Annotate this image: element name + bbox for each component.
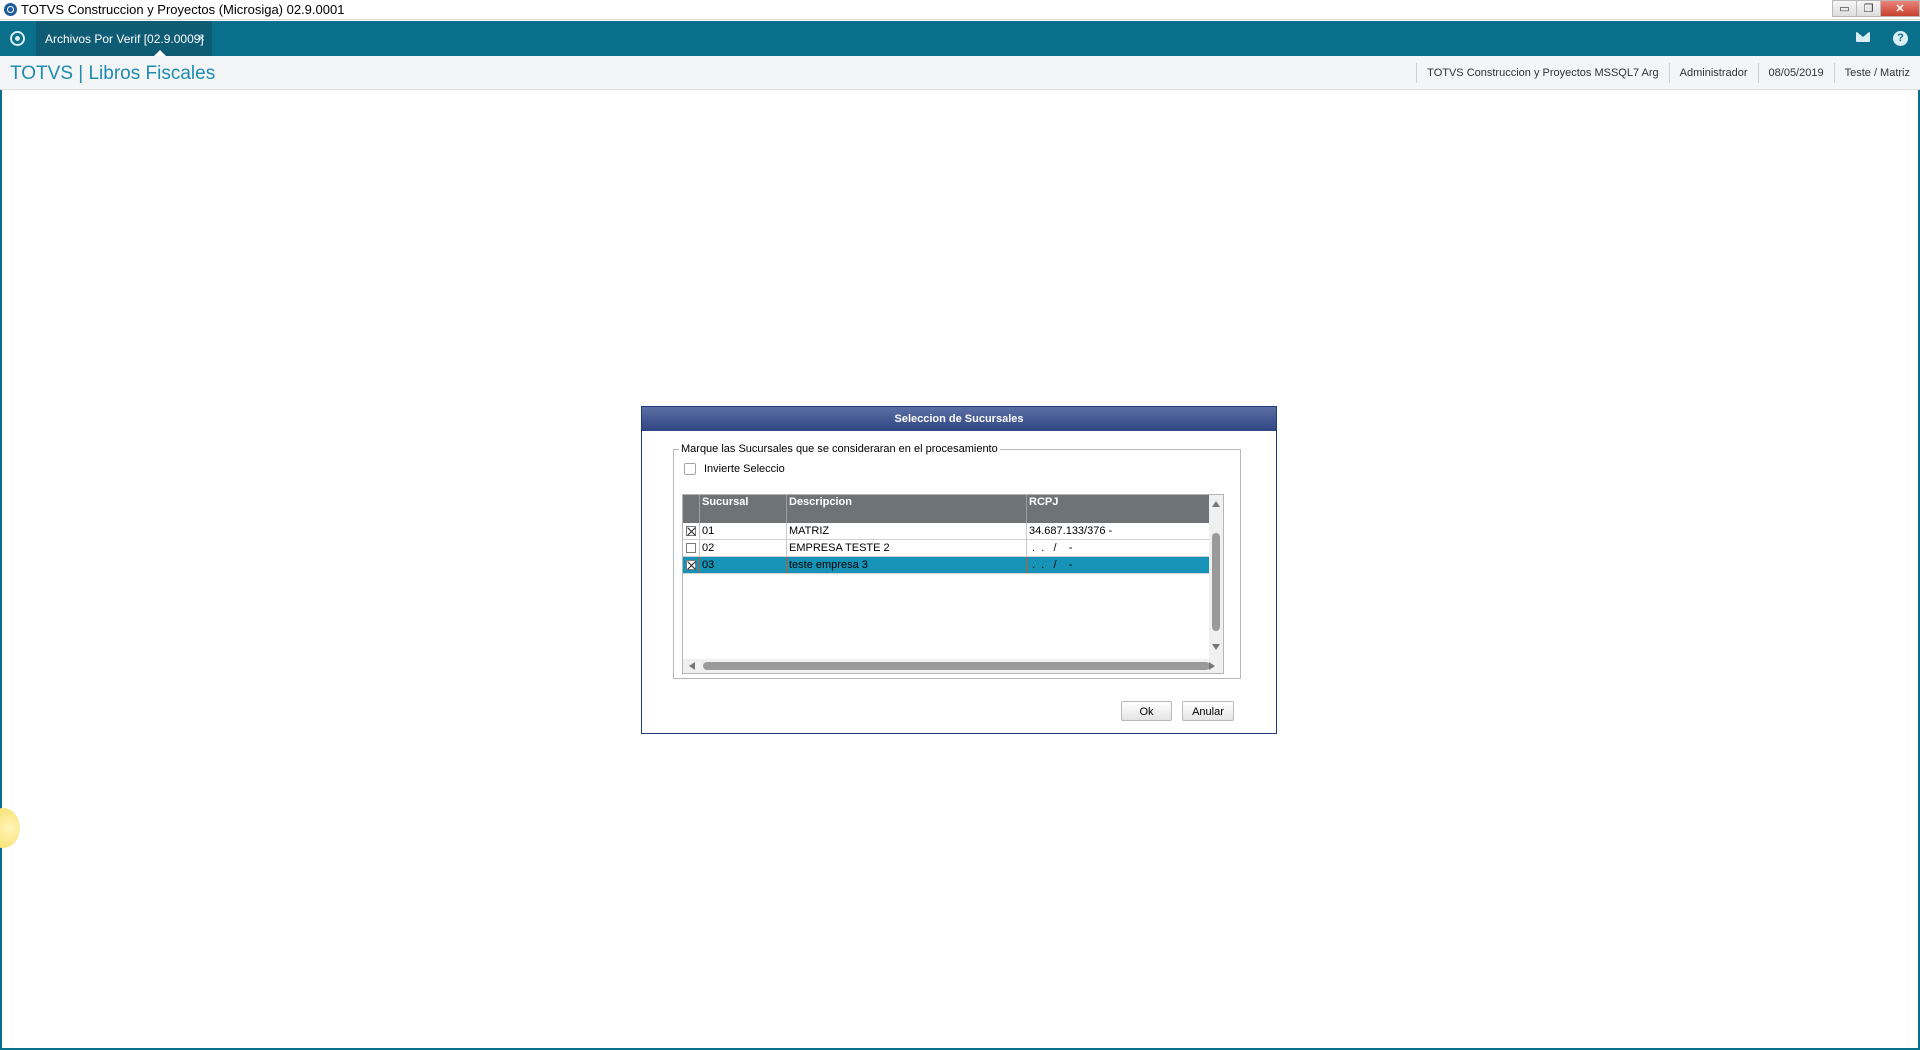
home-icon[interactable] xyxy=(10,31,25,46)
cell-descripcion: MATRIZ xyxy=(786,523,1026,539)
window-title: TOTVS Construccion y Proyectos (Microsig… xyxy=(21,2,345,17)
window-controls: ▭ ❐ ✕ xyxy=(1832,0,1920,18)
mail-icon[interactable] xyxy=(1856,32,1870,42)
column-header-descripcion[interactable]: Descripcion xyxy=(786,495,1026,523)
branch-selection-dialog: Seleccion de Sucursales Marque las Sucur… xyxy=(641,406,1277,734)
cell-rcpj: 34.687.133/376 - xyxy=(1026,523,1209,539)
tab-close-icon[interactable]: × xyxy=(198,31,205,45)
frame-border-left xyxy=(0,90,2,1050)
scroll-up-icon[interactable] xyxy=(1212,501,1220,507)
dialog-title: Seleccion de Sucursales xyxy=(642,407,1276,431)
invert-selection-checkbox[interactable] xyxy=(684,463,696,475)
scroll-left-icon[interactable] xyxy=(689,662,695,670)
cell-sucursal: 02 xyxy=(699,540,786,556)
scroll-down-icon[interactable] xyxy=(1212,644,1220,650)
table-row[interactable]: 01 MATRIZ 34.687.133/376 - xyxy=(683,523,1209,540)
table-row-selected[interactable]: 03 teste empresa 3 . . / - xyxy=(683,557,1209,574)
session-info: TOTVS Construccion y Proyectos MSSQL7 Ar… xyxy=(1416,56,1920,90)
header-check-col xyxy=(683,495,699,523)
cell-descripcion: teste empresa 3 xyxy=(786,557,1026,573)
invert-selection-label: Invierte Seleccio xyxy=(704,463,785,475)
vertical-scrollbar[interactable] xyxy=(1209,495,1223,660)
row-checkbox[interactable] xyxy=(686,543,696,553)
help-icon[interactable]: ? xyxy=(1893,31,1908,46)
app-logo-icon xyxy=(4,3,17,16)
minimize-button[interactable]: ▭ xyxy=(1832,0,1856,17)
app-tabbar: Archivos Por Verif [02.9.0009] × ? xyxy=(0,21,1920,56)
cell-sucursal: 01 xyxy=(699,523,786,539)
invert-selection-toggle[interactable]: Invierte Seleccio xyxy=(684,463,785,475)
ok-button[interactable]: Ok xyxy=(1121,701,1172,721)
side-panel-handle[interactable] xyxy=(0,808,20,848)
column-header-rcpj[interactable]: RCPJ xyxy=(1026,495,1209,523)
company-info: TOTVS Construccion y Proyectos MSSQL7 Ar… xyxy=(1416,63,1669,83)
scroll-right-icon[interactable] xyxy=(1209,662,1215,670)
close-window-button[interactable]: ✕ xyxy=(1880,0,1920,17)
column-header-sucursal[interactable]: Sucursal xyxy=(699,495,786,523)
grid-header: Sucursal Descripcion RCPJ xyxy=(683,495,1209,523)
cell-rcpj: . . / - xyxy=(1026,557,1209,573)
row-checkbox[interactable] xyxy=(686,526,696,536)
horizontal-scrollbar[interactable] xyxy=(683,659,1223,673)
branch-grid: Sucursal Descripcion RCPJ 01 MATRIZ 34.6… xyxy=(682,494,1224,674)
app-header: TOTVS | Libros Fiscales TOTVS Construcci… xyxy=(0,56,1920,90)
cell-rcpj: . . / - xyxy=(1026,540,1209,556)
tab-label: Archivos Por Verif [02.9.0009] xyxy=(45,32,204,46)
date-info: 08/05/2019 xyxy=(1757,63,1834,83)
tab-archivos-por-verif[interactable]: Archivos Por Verif [02.9.0009] × xyxy=(36,21,212,56)
restore-button[interactable]: ❐ xyxy=(1856,0,1880,17)
row-checkbox[interactable] xyxy=(686,560,696,570)
vertical-scroll-thumb[interactable] xyxy=(1212,533,1220,631)
group-label: Marque las Sucursales que se considerara… xyxy=(679,443,1000,455)
branch-info: Teste / Matriz xyxy=(1833,63,1920,83)
user-info: Administrador xyxy=(1668,63,1758,83)
table-row[interactable]: 02 EMPRESA TESTE 2 . . / - xyxy=(683,540,1209,557)
horizontal-scroll-thumb[interactable] xyxy=(703,662,1210,670)
cell-descripcion: EMPRESA TESTE 2 xyxy=(786,540,1026,556)
window-titlebar: TOTVS Construccion y Proyectos (Microsig… xyxy=(0,0,1920,20)
branch-group: Marque las Sucursales que se considerara… xyxy=(673,443,1241,679)
module-title: TOTVS | Libros Fiscales xyxy=(10,63,216,84)
cell-sucursal: 03 xyxy=(699,557,786,573)
cancel-button[interactable]: Anular xyxy=(1182,701,1234,721)
